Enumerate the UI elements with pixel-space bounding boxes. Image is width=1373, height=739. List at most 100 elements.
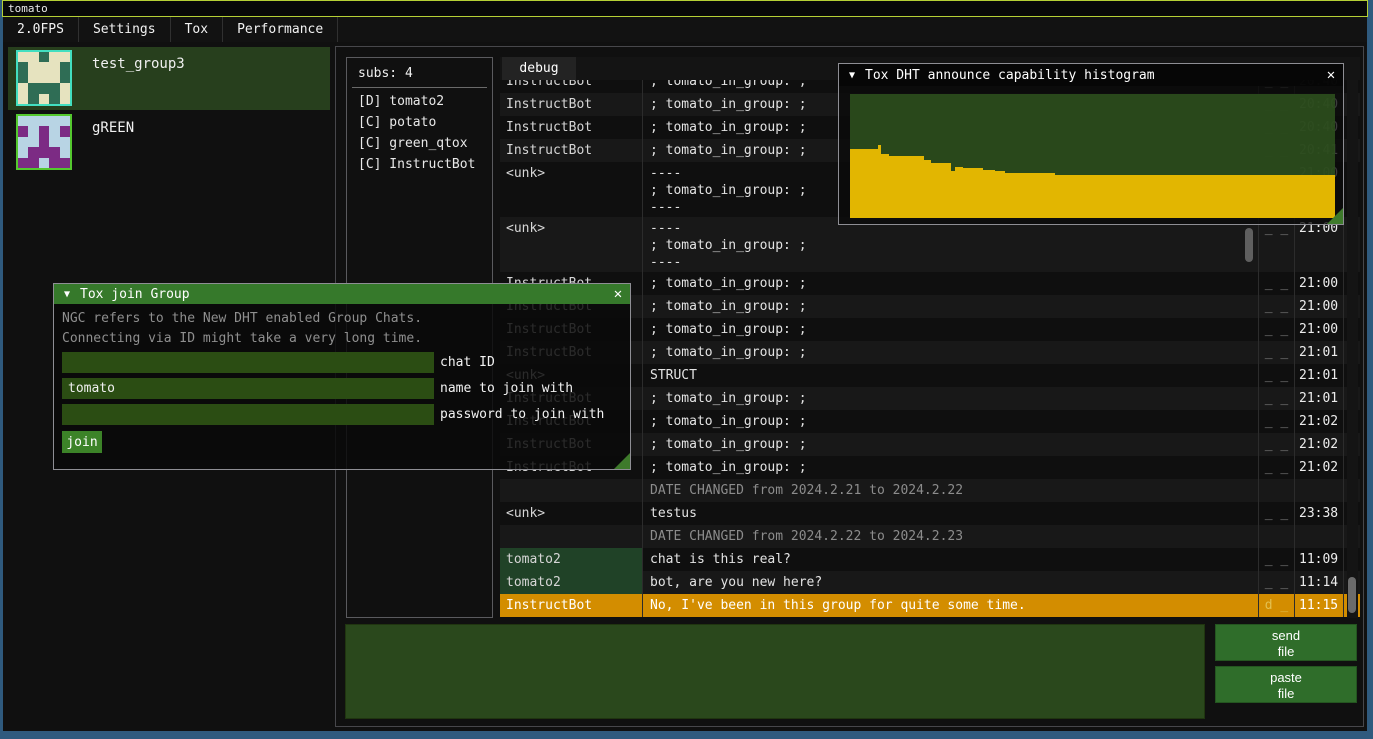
menu-item-performance[interactable]: Performance [223, 17, 338, 42]
chat-sender-name: <unk> [500, 502, 643, 525]
avatar-pixel [18, 52, 28, 62]
chat-scrollbar-thumb[interactable] [1348, 577, 1356, 613]
histogram-bar [924, 160, 931, 218]
chat-message-text: ; tomato_in_group: ; [643, 456, 1259, 479]
histogram-window-titlebar[interactable]: ▼ Tox DHT announce capability histogram … [839, 64, 1343, 86]
histogram-bar [889, 156, 924, 218]
chat-message-text: DATE CHANGED from 2024.2.22 to 2024.2.23 [643, 525, 1259, 548]
chat-row[interactable]: DATE CHANGED from 2024.2.22 to 2024.2.23 [500, 525, 1360, 548]
resize-grip[interactable] [1327, 208, 1343, 224]
chat-timestamp [1295, 479, 1344, 502]
avatar-pixel [39, 147, 49, 157]
join-window-titlebar[interactable]: ▼ Tox join Group ✕ [54, 284, 630, 304]
chat-delivery-flags: _ _ [1259, 571, 1295, 594]
chat-row[interactable]: InstructBotNo, I've been in this group f… [500, 594, 1360, 617]
chat-timestamp: 21:00 [1295, 295, 1344, 318]
avatar-pixel [60, 83, 70, 93]
member-list: [D] tomato2[C] potato[C] green_qtox[C] I… [347, 88, 492, 175]
chat-delivery-flags: _ _ [1259, 387, 1295, 410]
message-input[interactable] [345, 624, 1205, 719]
avatar-pixel [28, 126, 38, 136]
histogram-plot [850, 94, 1335, 218]
chat-message-text: ---- ; tomato_in_group: ; ---- [643, 217, 1259, 272]
chat-message-text: ; tomato_in_group: ; [643, 318, 1259, 341]
tab-debug[interactable]: debug [502, 57, 576, 80]
join-description-line2: Connecting via ID might take a very long… [62, 331, 422, 346]
member-item[interactable]: [C] green_qtox [347, 133, 492, 154]
chat-row[interactable]: tomato2bot, are you new here?_ _11:14 [500, 571, 1360, 594]
menu-item-settings[interactable]: Settings [79, 17, 171, 42]
window-title: tomato [8, 2, 48, 15]
chat-message-text: ; tomato_in_group: ; [643, 433, 1259, 456]
avatar-pixel [60, 116, 70, 126]
avatar-pixel [60, 73, 70, 83]
avatar-pixel [49, 83, 59, 93]
chat-sender-name: InstructBot [500, 93, 643, 116]
chat-message-text: ; tomato_in_group: ; [643, 295, 1259, 318]
chat-sender-name: InstructBot [500, 116, 643, 139]
chat-timestamp: 21:00 [1295, 272, 1344, 295]
join-button[interactable]: join [62, 431, 102, 453]
avatar-pixel [18, 147, 28, 157]
chat-sender-name [500, 525, 643, 548]
password-to-join-with-input[interactable] [62, 404, 434, 425]
avatar-pixel [60, 94, 70, 104]
collapse-triangle-icon[interactable]: ▼ [839, 70, 865, 81]
histogram-bar [850, 149, 878, 218]
chat-message-text: ; tomato_in_group: ; [643, 387, 1259, 410]
name-to-join-with-input[interactable] [62, 378, 434, 399]
avatar-pixel [18, 94, 28, 104]
chat-delivery-flags: _ _ [1259, 341, 1295, 364]
chat-message-text: ; tomato_in_group: ; [643, 341, 1259, 364]
chat-row[interactable]: <unk>testus_ _23:38 [500, 502, 1360, 525]
member-item[interactable]: [C] InstructBot [347, 154, 492, 175]
chat-id-input[interactable] [62, 352, 434, 373]
sidebar-item-test_group3[interactable]: test_group3 [8, 47, 330, 110]
chat-sender-name: InstructBot [500, 594, 643, 617]
chat-delivery-flags: d _ [1259, 594, 1295, 617]
menu-item-tox[interactable]: Tox [171, 17, 223, 42]
avatar-pixel [49, 94, 59, 104]
avatar-pixel [18, 62, 28, 72]
chat-row[interactable]: <unk>---- ; tomato_in_group: ; ----_ _21… [500, 217, 1360, 272]
send-file-button[interactable]: sendfile [1215, 624, 1357, 661]
avatar-pixel [28, 158, 38, 168]
window-title-bar[interactable]: tomato [2, 0, 1368, 17]
resize-grip[interactable] [614, 453, 630, 469]
avatar-pixel [49, 62, 59, 72]
chat-sender-name: tomato2 [500, 571, 643, 594]
avatar-pixel [28, 116, 38, 126]
member-item[interactable]: [C] potato [347, 112, 492, 133]
member-item[interactable]: [D] tomato2 [347, 91, 492, 112]
chat-message-text: ; tomato_in_group: ; [643, 272, 1259, 295]
avatar-pixel [18, 126, 28, 136]
chat-row[interactable]: DATE CHANGED from 2024.2.21 to 2024.2.22 [500, 479, 1360, 502]
sidebar-item-gREEN[interactable]: gREEN [8, 111, 330, 174]
chat-message-text: chat is this real? [643, 548, 1259, 571]
menu-item-2-0fps[interactable]: 2.0FPS [3, 17, 79, 42]
paste-file-button[interactable]: pastefile [1215, 666, 1357, 703]
chat-timestamp: 11:14 [1295, 571, 1344, 594]
histogram-bar [931, 163, 951, 218]
chat-message-text: DATE CHANGED from 2024.2.21 to 2024.2.22 [643, 479, 1259, 502]
chat-row[interactable]: tomato2chat is this real?_ _11:09 [500, 548, 1360, 571]
chat-timestamp: 21:00 [1295, 318, 1344, 341]
close-icon[interactable]: ✕ [1319, 67, 1343, 83]
chat-delivery-flags: _ _ [1259, 318, 1295, 341]
avatar-pixel [39, 137, 49, 147]
histogram-bar [963, 168, 983, 218]
field-label: password to join with [440, 404, 604, 425]
collapse-triangle-icon[interactable]: ▼ [54, 289, 80, 300]
group-avatar [16, 50, 72, 106]
avatar-pixel [49, 73, 59, 83]
chat-sender-name [500, 479, 643, 502]
close-icon[interactable]: ✕ [606, 286, 630, 302]
avatar-pixel [49, 137, 59, 147]
group-name: gREEN [92, 120, 134, 136]
message-cell-scrollbar-thumb[interactable] [1245, 228, 1253, 262]
histogram-window: ▼ Tox DHT announce capability histogram … [838, 63, 1344, 225]
histogram-bar [983, 170, 995, 218]
join-window-title: Tox join Group [80, 287, 190, 302]
chat-scrollbar-track[interactable] [1347, 80, 1358, 618]
send-file-label-line2: file [1278, 644, 1295, 659]
